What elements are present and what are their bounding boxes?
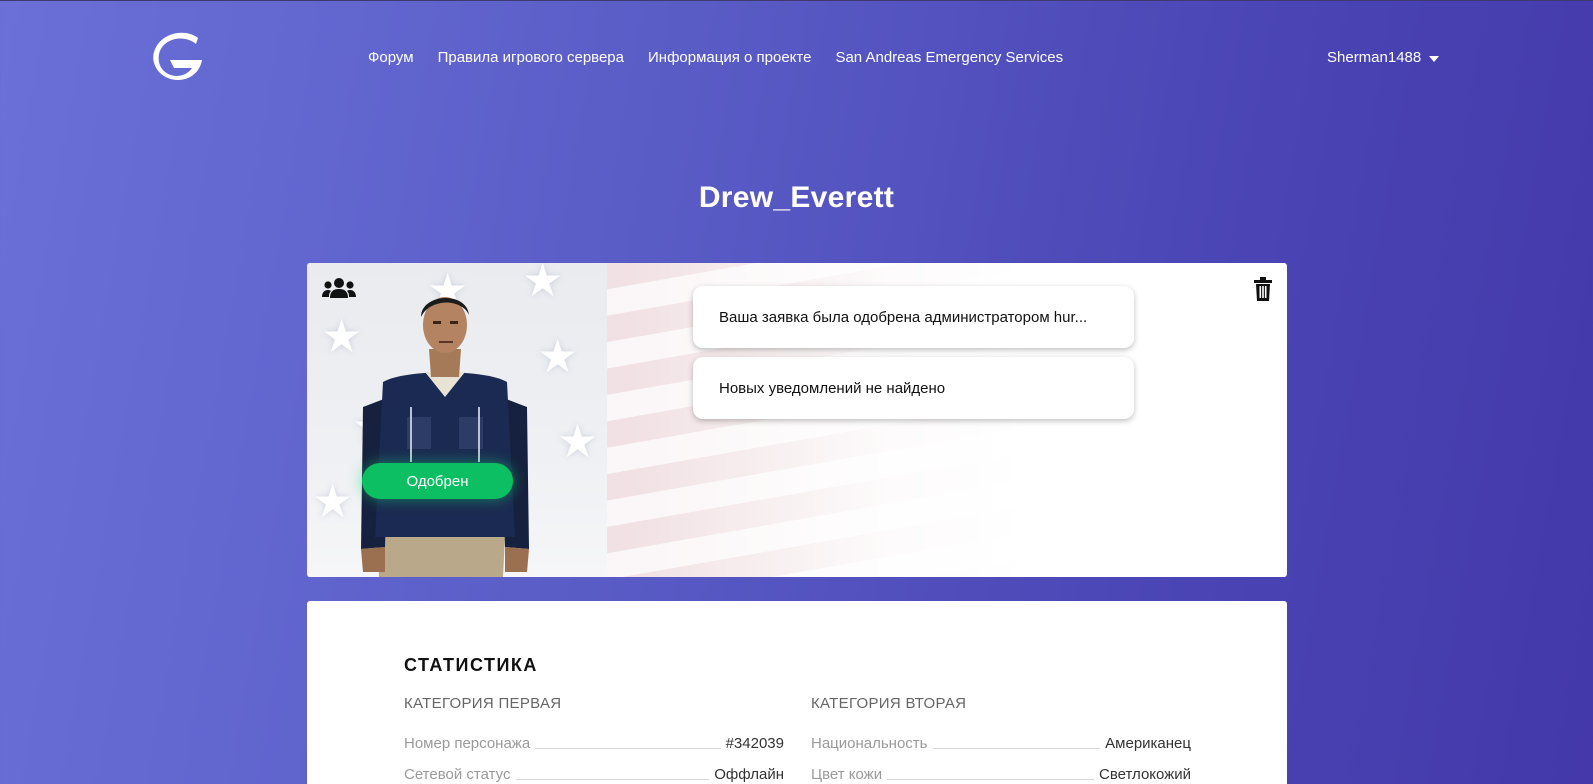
nav-project-info[interactable]: Информация о проекте bbox=[648, 49, 811, 66]
stat-row: Цвет кожи Светлокожий bbox=[811, 763, 1191, 783]
main-nav: Форум Правила игрового сервера Информаци… bbox=[368, 49, 1087, 66]
flag-star: ★ bbox=[557, 415, 599, 467]
stat-row: Национальность Американец bbox=[811, 732, 1191, 752]
trash-icon[interactable] bbox=[1253, 277, 1273, 301]
nav-emergency-services[interactable]: San Andreas Emergency Services bbox=[835, 49, 1063, 66]
stat-value: #342039 bbox=[725, 735, 784, 752]
nav-forum[interactable]: Форум bbox=[368, 49, 414, 66]
stat-label: Национальность bbox=[811, 735, 928, 752]
stat-label: Сетевой статус bbox=[404, 766, 511, 783]
dotted-leader bbox=[515, 779, 710, 780]
top-border bbox=[0, 0, 1593, 1]
notification-item[interactable]: Новых уведомлений не найдено bbox=[693, 357, 1134, 419]
stat-label: Номер персонажа bbox=[404, 735, 531, 752]
user-menu[interactable]: Sherman1488 bbox=[1327, 49, 1440, 66]
stat-value: Светлокожий bbox=[1099, 766, 1191, 783]
stat-value: Оффлайн bbox=[714, 766, 784, 783]
caret-down-icon bbox=[1429, 56, 1440, 62]
page-title: Drew_Everett bbox=[698, 181, 895, 214]
logo-g-icon[interactable] bbox=[148, 30, 204, 82]
notification-item[interactable]: Ваша заявка была одобрена администраторо… bbox=[693, 286, 1134, 348]
flag-star: ★ bbox=[537, 330, 579, 382]
stat-label: Цвет кожи bbox=[811, 766, 883, 783]
stat-value: Американец bbox=[1105, 735, 1191, 752]
stats-title: СТАТИСТИКА bbox=[404, 655, 538, 675]
stat-row: Номер персонажа #342039 bbox=[404, 732, 784, 752]
category-title: КАТЕГОРИЯ ВТОРАЯ bbox=[811, 695, 967, 712]
stat-row: Сетевой статус Оффлайн bbox=[404, 763, 784, 783]
profile-card: ★ ★ ★ ★ ★ ★ ★ bbox=[307, 263, 1287, 577]
notification-text: Новых уведомлений не найдено bbox=[719, 379, 946, 397]
nav-server-rules[interactable]: Правила игрового сервера bbox=[438, 49, 624, 66]
username: Sherman1488 bbox=[1327, 49, 1422, 66]
status-badge: Одобрен bbox=[362, 463, 513, 499]
user-group-icon[interactable] bbox=[322, 277, 356, 299]
stats-card: СТАТИСТИКА КАТЕГОРИЯ ПЕРВАЯ Номер персон… bbox=[307, 601, 1287, 784]
dotted-leader bbox=[535, 748, 721, 749]
character-avatar bbox=[361, 297, 529, 577]
dotted-leader bbox=[887, 779, 1095, 780]
flag-star: ★ bbox=[312, 475, 354, 527]
notification-text: Ваша заявка была одобрена администраторо… bbox=[719, 308, 1088, 326]
category-title: КАТЕГОРИЯ ПЕРВАЯ bbox=[404, 695, 562, 712]
dotted-leader bbox=[932, 748, 1101, 749]
